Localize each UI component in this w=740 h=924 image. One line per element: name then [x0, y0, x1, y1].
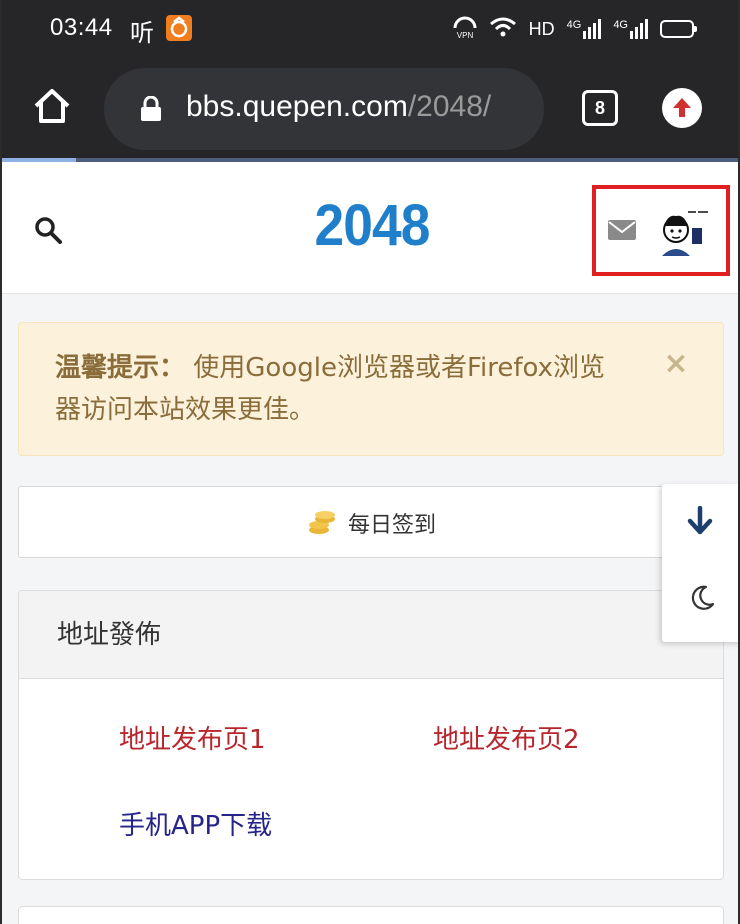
- address-link-2[interactable]: 地址发布页2: [433, 719, 580, 756]
- signal-4g-icon-2: 4G: [613, 19, 648, 39]
- checkin-label: 每日签到: [347, 513, 436, 538]
- floating-toolbar: [662, 484, 738, 642]
- status-icons: VPN HD 4G 4G: [453, 12, 697, 46]
- notice-alert: 温馨提示： 使用Google浏览器或者Firefox浏览器访问本站效果更佳。 ×: [18, 322, 724, 456]
- battery-icon: [660, 20, 697, 38]
- close-icon[interactable]: ×: [663, 349, 689, 379]
- mail-icon[interactable]: [608, 220, 636, 240]
- browser-toolbar: bbs.quepen.com/2048/ 8: [2, 58, 738, 160]
- page-content: 温馨提示： 使用Google浏览器或者Firefox浏览器访问本站效果更佳。 ×…: [2, 294, 738, 924]
- notice-label: 温馨提示：: [55, 353, 186, 383]
- scroll-down-icon[interactable]: [686, 505, 714, 536]
- checkin-content: 每日签到: [19, 487, 725, 559]
- listen-app-icon: 听: [130, 20, 154, 47]
- url-text: bbs.quepen.com/2048/: [186, 90, 492, 123]
- daily-checkin-button[interactable]: 每日签到: [18, 486, 724, 558]
- lock-icon: [140, 95, 162, 122]
- status-bar: 03:44 听 VPN HD 4G 4G: [2, 0, 738, 58]
- address-panel: 地址發佈 地址发布页1 地址发布页2 手机APP下载: [18, 590, 724, 880]
- app-notification-icon: [166, 15, 192, 41]
- vpn-icon: VPN: [453, 14, 477, 45]
- app-download-link[interactable]: 手机APP下载: [119, 805, 272, 842]
- home-icon[interactable]: [32, 86, 72, 126]
- user-avatar[interactable]: [654, 206, 712, 256]
- svg-text:VPN: VPN: [456, 31, 473, 40]
- next-panel: [18, 906, 724, 924]
- hd-indicator: HD: [528, 18, 555, 39]
- notice-text: 温馨提示： 使用Google浏览器或者Firefox浏览器访问本站效果更佳。: [55, 347, 615, 431]
- clock: 03:44: [50, 14, 113, 41]
- tab-switcher-button[interactable]: 8: [582, 90, 618, 126]
- phone-screen: 03:44 听 VPN HD 4G 4G bbs.quepen.com/2048…: [0, 0, 740, 924]
- site-header: 2048: [2, 162, 738, 294]
- address-panel-title: 地址發佈: [19, 591, 723, 679]
- dark-mode-icon[interactable]: [688, 584, 716, 612]
- address-bar[interactable]: bbs.quepen.com/2048/: [104, 68, 544, 150]
- coins-icon: [308, 510, 336, 536]
- signal-4g-icon: 4G: [567, 19, 602, 39]
- address-link-1[interactable]: 地址发布页1: [119, 719, 266, 756]
- update-icon[interactable]: [662, 88, 702, 128]
- wifi-icon: [489, 16, 517, 43]
